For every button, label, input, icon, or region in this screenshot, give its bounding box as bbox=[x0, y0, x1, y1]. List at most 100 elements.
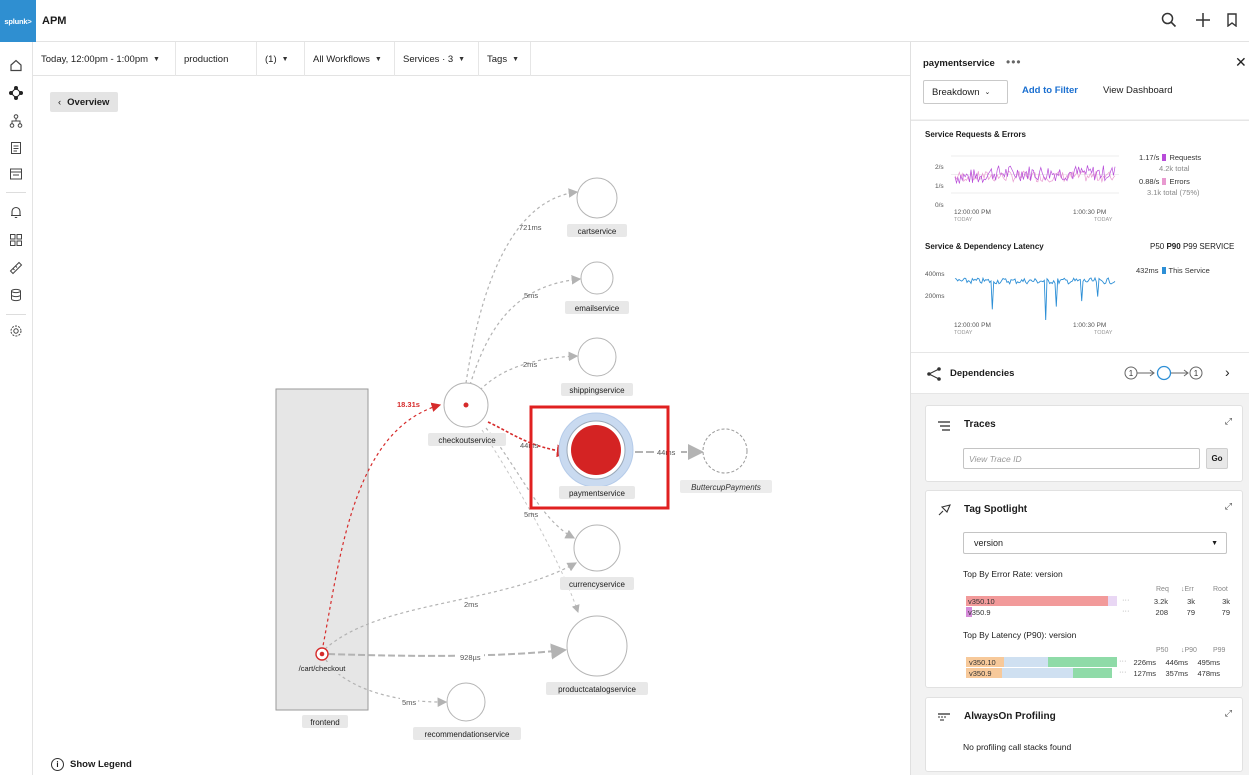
percentile-service[interactable]: SERVICE bbox=[1199, 242, 1234, 251]
traces-card: Traces ⤢ View Trace ID Go bbox=[925, 405, 1243, 482]
latency-bar-p99 bbox=[1048, 657, 1117, 667]
error-row-req: 3.2k bbox=[1153, 597, 1168, 606]
show-legend-button[interactable]: i Show Legend bbox=[51, 758, 132, 771]
chevron-right-icon[interactable]: › bbox=[1225, 364, 1230, 380]
latency-row-p50: 226ms bbox=[1133, 658, 1156, 667]
percentile-p50[interactable]: P50 bbox=[1150, 242, 1164, 251]
settings-icon[interactable] bbox=[7, 322, 25, 340]
col-p90: ↓P90 bbox=[1181, 647, 1197, 654]
services-selector[interactable]: Services · 3 ▼ bbox=[395, 42, 479, 76]
panel-header: paymentservice ••• ✕ Breakdown ⌄ Add to … bbox=[911, 42, 1249, 119]
percentile-p90[interactable]: P90 bbox=[1166, 242, 1180, 251]
shippingservice-label: shippingservice bbox=[569, 386, 625, 395]
environment-count-selector[interactable]: (1) ▼ bbox=[257, 42, 305, 76]
expand-icon[interactable]: ⤢ bbox=[1225, 708, 1232, 719]
requests-legend-swatch bbox=[1162, 154, 1167, 161]
paymentservice-node[interactable] bbox=[571, 425, 621, 475]
close-icon[interactable]: ✕ bbox=[1235, 54, 1247, 71]
dashboards-icon[interactable] bbox=[7, 231, 25, 249]
buttercuppayments-label: ButtercupPayments bbox=[691, 483, 761, 492]
ruler-icon[interactable] bbox=[7, 259, 25, 277]
plus-icon[interactable] bbox=[1193, 10, 1213, 30]
requests-errors-chart[interactable] bbox=[951, 155, 1119, 209]
trace-id-input[interactable]: View Trace ID bbox=[963, 448, 1200, 469]
y-tick: 2/s bbox=[935, 164, 944, 171]
synthetics-icon[interactable] bbox=[7, 165, 25, 183]
latency-chart[interactable] bbox=[951, 264, 1119, 320]
edge-checkout-cart[interactable] bbox=[465, 188, 579, 384]
latency-row-label[interactable]: v350.9 bbox=[969, 669, 992, 678]
frontend-node-box[interactable] bbox=[275, 388, 369, 711]
errors-stat: 0.88/s Errors bbox=[1139, 177, 1190, 186]
error-row-label[interactable]: v350.9 bbox=[968, 608, 991, 617]
errors-total: 3.1k total (75%) bbox=[1147, 188, 1200, 197]
profiling-title: AlwaysOn Profiling bbox=[964, 711, 1056, 722]
workflows-selector[interactable]: All Workflows ▼ bbox=[305, 42, 395, 76]
database-icon[interactable] bbox=[7, 286, 25, 304]
profiling-icon bbox=[936, 710, 952, 726]
app-title: APM bbox=[42, 15, 67, 27]
apm-service-map-icon[interactable] bbox=[7, 84, 25, 102]
error-dot bbox=[319, 651, 325, 657]
caret-down-icon: ▼ bbox=[512, 55, 520, 63]
shippingservice-node[interactable] bbox=[577, 337, 617, 377]
logs-icon[interactable] bbox=[7, 139, 25, 157]
latency-series bbox=[954, 276, 1116, 320]
latency-ranking-title: Top By Latency (P90): version bbox=[963, 630, 1077, 640]
hierarchy-icon[interactable] bbox=[7, 112, 25, 130]
percentile-p99[interactable]: P99 bbox=[1183, 242, 1197, 251]
edge-label-checkout-email: 5ms bbox=[524, 291, 538, 300]
expand-icon[interactable]: ⤢ bbox=[1225, 416, 1232, 427]
time-range-picker[interactable]: Today, 12:00pm - 1:00pm ▼ bbox=[33, 42, 176, 76]
buttercuppayments-node[interactable] bbox=[702, 428, 748, 474]
recommendationservice-node[interactable] bbox=[446, 682, 486, 722]
more-options-icon[interactable]: ••• bbox=[1006, 55, 1022, 69]
y-tick: 0/s bbox=[935, 202, 944, 209]
row-more: ··· bbox=[1122, 606, 1130, 615]
emailservice-node[interactable] bbox=[580, 261, 614, 295]
tags-selector[interactable]: Tags ▼ bbox=[479, 42, 531, 76]
edge-label-checkout-shipping: 2ms bbox=[523, 360, 537, 369]
edge-label-payment-buttercup: 44ms bbox=[657, 448, 676, 457]
row-more: ··· bbox=[1122, 595, 1130, 604]
go-button[interactable]: Go bbox=[1206, 448, 1228, 469]
col-err: ↓Err bbox=[1181, 586, 1194, 593]
panel-service-name: paymentservice bbox=[923, 58, 995, 69]
x-end-label: 1:00:30 PM bbox=[1073, 209, 1107, 216]
error-dot bbox=[463, 402, 469, 408]
view-dashboard-link[interactable]: View Dashboard bbox=[1103, 85, 1173, 96]
add-to-filter-link[interactable]: Add to Filter bbox=[1022, 85, 1078, 96]
edge-label-checkout-payment: 44ms bbox=[520, 441, 539, 450]
breakdown-dropdown[interactable]: Breakdown ⌄ bbox=[923, 80, 1008, 104]
productcatalogservice-node[interactable] bbox=[566, 615, 628, 677]
nav-divider bbox=[6, 314, 26, 315]
error-rate-title: Top By Error Rate: version bbox=[963, 569, 1063, 579]
caret-down-icon: ▼ bbox=[281, 55, 289, 63]
services-label: Services · 3 bbox=[403, 53, 454, 65]
percentile-selector[interactable]: P50 P90 P99 SERVICE bbox=[1150, 242, 1234, 251]
share-icon bbox=[926, 366, 942, 385]
error-row-label[interactable]: v350.10 bbox=[968, 597, 995, 606]
tag-selector[interactable]: version ▼ bbox=[963, 532, 1227, 554]
alerts-icon[interactable] bbox=[7, 203, 25, 221]
y-tick: 1/s bbox=[935, 183, 944, 190]
errors-label: Errors bbox=[1169, 177, 1190, 186]
bookmark-icon[interactable] bbox=[1222, 10, 1242, 30]
col-p50: P50 bbox=[1156, 647, 1169, 654]
environment-selector[interactable]: production bbox=[176, 42, 257, 76]
frontend-label: frontend bbox=[310, 718, 339, 727]
time-range-label: Today, 12:00pm - 1:00pm bbox=[41, 53, 149, 65]
breakdown-label: Breakdown bbox=[932, 86, 980, 98]
currencyservice-node[interactable] bbox=[573, 524, 621, 572]
expand-icon[interactable]: ⤢ bbox=[1225, 501, 1232, 512]
latency-row-p99: 495ms bbox=[1197, 658, 1220, 667]
splunk-logo[interactable]: splunk> bbox=[0, 0, 36, 42]
latency-row-label[interactable]: v350.10 bbox=[969, 658, 996, 667]
home-icon[interactable] bbox=[7, 56, 25, 74]
dependencies-row[interactable]: Dependencies 1 1 › bbox=[911, 352, 1249, 394]
error-row-err: 3k bbox=[1187, 597, 1195, 606]
requests-stat: 1.17/s Requests bbox=[1139, 153, 1201, 162]
search-icon[interactable] bbox=[1159, 10, 1179, 30]
cartservice-node[interactable] bbox=[576, 177, 618, 219]
edge-label-checkout-cart: 721ms bbox=[519, 223, 542, 232]
